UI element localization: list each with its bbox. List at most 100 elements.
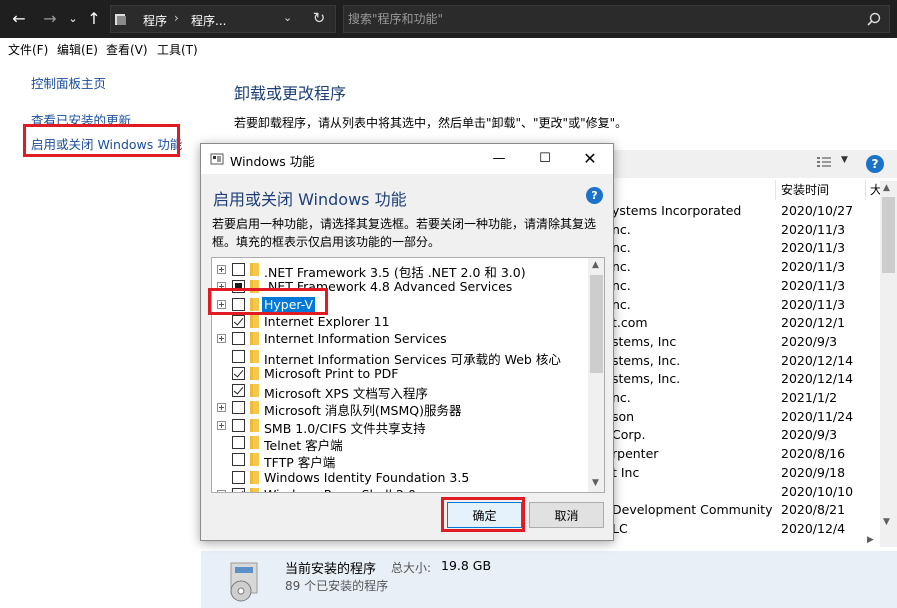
feature-row[interactable]: SMB 1.0/CIFS 文件共享支持	[212, 417, 588, 436]
refresh-icon[interactable]: ↻	[307, 6, 331, 30]
up-arrow-icon[interactable]: ↑	[84, 8, 104, 30]
program-row-publisher[interactable]: stems, Inc	[612, 334, 676, 349]
maximize-icon[interactable]: ☐	[522, 144, 568, 174]
forward-arrow-icon[interactable]: →	[40, 8, 60, 30]
feature-row[interactable]: Internet Information Services 可承载的 Web 核…	[212, 348, 588, 367]
program-row-date[interactable]: 2020/11/3	[781, 297, 845, 312]
feature-row[interactable]: Microsoft XPS 文档写入程序	[212, 382, 588, 401]
program-row-publisher[interactable]: Corp.	[612, 427, 645, 442]
program-row-date[interactable]: 2020/11/3	[781, 278, 845, 293]
scroll-down-arrow-icon[interactable]: ▼	[592, 478, 599, 488]
expand-plus-icon[interactable]	[217, 265, 226, 274]
program-row-publisher[interactable]: nc.	[612, 222, 631, 237]
search-box[interactable]	[343, 5, 890, 33]
program-row-date[interactable]: 2020/9/18	[781, 465, 845, 480]
view-options-icon[interactable]	[816, 156, 832, 170]
program-row-date[interactable]: 2020/12/14	[781, 371, 853, 386]
column-divider[interactable]	[775, 180, 776, 200]
program-row-publisher[interactable]: nc.	[612, 259, 631, 274]
scroll-up-arrow-icon[interactable]: ▲	[883, 183, 890, 193]
feature-label[interactable]: Windows PowerShell 2.0	[264, 487, 416, 492]
feature-checkbox[interactable]	[232, 401, 245, 415]
dialog-help-icon[interactable]: ?	[586, 187, 603, 204]
feature-checkbox[interactable]	[232, 314, 245, 328]
feature-row[interactable]: Windows Identity Foundation 3.5	[212, 469, 588, 486]
program-row-publisher[interactable]: stems, Inc.	[612, 371, 680, 386]
program-row-publisher[interactable]: ystems Incorporated	[612, 203, 741, 218]
feature-row[interactable]: Internet Explorer 11	[212, 313, 588, 330]
feature-checkbox[interactable]	[232, 349, 245, 363]
program-row-date[interactable]: 2020/12/4	[781, 521, 845, 536]
minimize-icon[interactable]: —	[476, 144, 522, 174]
expand-plus-icon[interactable]	[217, 403, 226, 413]
program-row-publisher[interactable]: nc.	[612, 278, 631, 293]
feature-row[interactable]: Internet Information Services	[212, 330, 588, 347]
menu-edit[interactable]: 编辑(E)	[57, 41, 98, 58]
breadcrumb-programs[interactable]: 程序	[143, 12, 167, 29]
program-row-date[interactable]: 2020/11/3	[781, 240, 845, 255]
column-divider[interactable]	[865, 180, 866, 200]
program-row-publisher[interactable]: nc.	[612, 240, 631, 255]
feature-row[interactable]: TFTP 客户端	[212, 451, 588, 470]
expand-plus-icon[interactable]	[217, 420, 226, 430]
program-row-publisher[interactable]: son	[612, 409, 634, 424]
breadcrumb-programs-and-features[interactable]: 程序...	[191, 12, 226, 29]
control-panel-home-link[interactable]: 控制面板主页	[31, 73, 106, 92]
help-icon[interactable]: ?	[866, 155, 884, 173]
cancel-button[interactable]: 取消	[529, 502, 604, 528]
program-row-date[interactable]: 2020/11/24	[781, 409, 853, 424]
back-arrow-icon[interactable]: ←	[9, 8, 29, 30]
program-row-publisher[interactable]: rpenter	[612, 446, 658, 461]
feature-checkbox[interactable]	[232, 384, 245, 398]
menu-file[interactable]: 文件(F)	[8, 41, 48, 58]
feature-checkbox[interactable]	[232, 332, 245, 346]
program-row-date[interactable]: 2020/9/3	[781, 427, 837, 442]
feature-label[interactable]: Internet Explorer 11	[264, 314, 390, 329]
address-box[interactable]: 程序 › 程序... ⌄	[110, 5, 336, 33]
feature-row[interactable]: Microsoft Print to PDF	[212, 365, 588, 382]
program-row-publisher[interactable]: t Inc	[612, 465, 639, 480]
close-icon[interactable]: ✕	[567, 144, 613, 174]
feature-label[interactable]: Internet Information Services	[264, 331, 447, 346]
program-row-date[interactable]: 2020/11/3	[781, 222, 845, 237]
dialog-titlebar[interactable]: Windows 功能 — ☐ ✕	[201, 144, 613, 174]
program-row-publisher[interactable]: nc.	[612, 390, 631, 405]
program-row-date[interactable]: 2020/11/3	[781, 259, 845, 274]
view-dropdown-icon[interactable]: ▼	[841, 155, 848, 165]
program-row-date[interactable]: 2020/9/3	[781, 334, 837, 349]
feature-row[interactable]: Windows PowerShell 2.0	[212, 486, 588, 492]
scrollbar-thumb[interactable]	[882, 197, 895, 273]
program-row-publisher[interactable]: nc.	[612, 297, 631, 312]
program-row-publisher[interactable]: stems, Inc.	[612, 353, 680, 368]
feature-row[interactable]: .NET Framework 3.5 (包括 .NET 2.0 和 3.0)	[212, 261, 588, 280]
program-row-date[interactable]: 2020/12/1	[781, 315, 845, 330]
program-row-date[interactable]: 2020/10/10	[781, 484, 853, 499]
program-list-scrollbar[interactable]: ▲ ▼	[880, 181, 897, 547]
breadcrumb-separator-icon[interactable]: ›	[174, 11, 179, 25]
scroll-down-arrow-icon[interactable]: ▼	[883, 517, 890, 527]
expand-plus-icon[interactable]	[217, 489, 226, 492]
search-input[interactable]	[348, 9, 848, 29]
program-row-publisher[interactable]: t.com	[612, 315, 648, 330]
program-row-date[interactable]: 2020/10/27	[781, 203, 853, 218]
feature-checkbox[interactable]	[232, 366, 245, 380]
program-row-date[interactable]: 2020/8/16	[781, 446, 845, 461]
feature-checkbox[interactable]	[232, 453, 245, 467]
scroll-right-arrow-icon[interactable]: ▶	[867, 535, 874, 545]
scrollbar-thumb[interactable]	[590, 275, 603, 373]
program-row-date[interactable]: 2020/8/21	[781, 502, 845, 517]
recent-locations-chevron-icon[interactable]: ⌄	[63, 8, 83, 30]
feature-row[interactable]: Microsoft 消息队列(MSMQ)服务器	[212, 399, 588, 418]
expand-plus-icon[interactable]	[217, 334, 226, 344]
feature-checkbox[interactable]	[232, 470, 245, 484]
search-icon[interactable]	[867, 12, 881, 26]
feature-row[interactable]: Telnet 客户端	[212, 434, 588, 453]
menu-view[interactable]: 查看(V)	[106, 41, 148, 58]
feature-checkbox[interactable]	[232, 418, 245, 432]
program-row-publisher[interactable]: Development Community	[612, 502, 772, 517]
menu-tools[interactable]: 工具(T)	[157, 41, 198, 58]
feature-label[interactable]: Microsoft Print to PDF	[264, 366, 398, 381]
feature-checkbox[interactable]	[232, 487, 245, 492]
program-row-date[interactable]: 2020/12/14	[781, 353, 853, 368]
address-dropdown-icon[interactable]: ⌄	[283, 11, 292, 24]
